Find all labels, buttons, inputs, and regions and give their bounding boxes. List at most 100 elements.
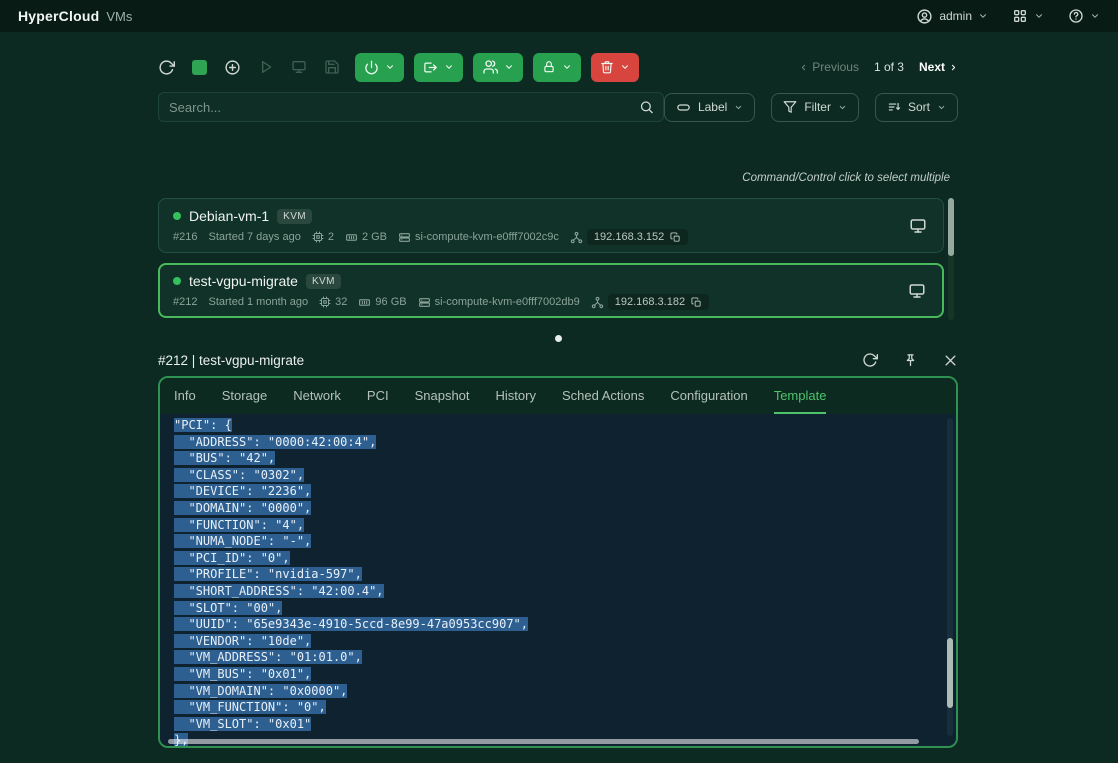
code-line: "VM_BUS": "0x01",: [174, 666, 956, 683]
pagination: Previous 1 of 3 Next: [799, 60, 958, 74]
vm-ip: 192.168.3.182: [615, 296, 685, 308]
chevron-down-icon: [562, 62, 572, 72]
tab-configuration[interactable]: Configuration: [670, 378, 747, 414]
brand-logo: HyperCloud: [18, 8, 99, 24]
next-page-button[interactable]: Next: [919, 60, 958, 74]
help-menu[interactable]: [1068, 8, 1100, 24]
vm-list-scrollbar-thumb[interactable]: [948, 198, 954, 256]
vm-card-selected[interactable]: test-vgpu-migrate KVM #212 Started 1 mon…: [158, 263, 944, 318]
vm-cpu: 32: [335, 296, 347, 308]
chevron-down-icon: [734, 103, 743, 112]
search-input[interactable]: [159, 100, 663, 115]
multi-select-hint: Command/Control click to select multiple: [158, 172, 950, 184]
cpu-icon: [319, 296, 331, 308]
code-vertical-scrollbar-thumb[interactable]: [947, 638, 953, 708]
code-line: "NUMA_NODE": "-",: [174, 533, 956, 550]
vm-card[interactable]: Debian-vm-1 KVM #216 Started 7 days ago …: [158, 198, 944, 253]
code-line: "SLOT": "00",: [174, 600, 956, 617]
vm-host: si-compute-kvm-e0fff7002db9: [435, 296, 580, 308]
code-vertical-scrollbar[interactable]: [947, 418, 953, 736]
lock-actions-dropdown[interactable]: [533, 53, 581, 82]
refresh-button[interactable]: [158, 59, 175, 76]
page-status: 1 of 3: [874, 60, 904, 74]
code-line: "CLASS": "0302",: [174, 467, 956, 484]
ownership-actions-dropdown[interactable]: [473, 53, 523, 82]
vm-manager-app: HyperCloud VMs admin: [0, 0, 1118, 763]
vnc-console-button[interactable]: [909, 217, 927, 235]
save-button[interactable]: [324, 59, 340, 75]
cpu-icon: [312, 231, 324, 243]
vm-detail-panel: Info Storage Network PCI Snapshot Histor…: [158, 376, 958, 748]
search-icon: [639, 100, 654, 115]
select-all-checkbox[interactable]: [192, 60, 207, 75]
vm-host: si-compute-kvm-e0fff7002c9c: [415, 231, 559, 243]
detail-refresh-button[interactable]: [862, 352, 878, 368]
label-icon: [676, 100, 691, 115]
terminate-actions-dropdown[interactable]: [591, 53, 639, 82]
tab-network[interactable]: Network: [293, 378, 341, 414]
detail-title: #212 | test-vgpu-migrate: [158, 353, 304, 368]
code-horizontal-scrollbar-thumb[interactable]: [168, 739, 919, 744]
code-line: "PROFILE": "nvidia-597",: [174, 566, 956, 583]
label-filter-button[interactable]: Label: [664, 93, 755, 122]
network-icon: [570, 231, 583, 244]
code-line: "ADDRESS": "0000:42:00:4",: [174, 434, 956, 451]
memory-icon: [345, 231, 358, 244]
code-line: "SHORT_ADDRESS": "42:00.4",: [174, 583, 956, 600]
sort-button[interactable]: Sort: [875, 93, 958, 122]
tab-history[interactable]: History: [496, 378, 536, 414]
chevron-down-icon: [1034, 11, 1044, 21]
hypervisor-badge: KVM: [306, 274, 341, 289]
vnc-console-button[interactable]: [908, 282, 926, 300]
chevron-down-icon: [1090, 11, 1100, 21]
network-icon: [591, 296, 604, 309]
chevron-down-icon: [937, 103, 946, 112]
console-button[interactable]: [291, 59, 307, 75]
tab-pci[interactable]: PCI: [367, 378, 389, 414]
detail-header: #212 | test-vgpu-migrate: [158, 348, 958, 372]
create-vm-button[interactable]: [224, 59, 241, 76]
code-line: "PCI_ID": "0",: [174, 550, 956, 567]
host-icon: [418, 296, 431, 309]
code-line: "VM_FUNCTION": "0",: [174, 699, 956, 716]
chevron-down-icon: [385, 62, 395, 72]
carousel-dot[interactable]: [555, 335, 562, 342]
vm-id: #212: [173, 296, 197, 308]
lock-icon: [542, 60, 556, 74]
hypervisor-badge: KVM: [277, 209, 312, 224]
vm-memory: 96 GB: [375, 296, 406, 308]
code-horizontal-scrollbar[interactable]: [168, 739, 942, 744]
tab-template[interactable]: Template: [774, 378, 827, 414]
code-line: "PCI": {: [174, 417, 956, 434]
filter-button[interactable]: Filter: [771, 93, 859, 122]
vm-list: Debian-vm-1 KVM #216 Started 7 days ago …: [158, 198, 944, 328]
grid-icon: [1012, 8, 1028, 24]
code-line: "VM_SLOT": "0x01": [174, 716, 956, 733]
pin-button[interactable]: [903, 353, 918, 368]
vm-cpu: 2: [328, 231, 334, 243]
detail-tabbar: Info Storage Network PCI Snapshot Histor…: [160, 378, 956, 414]
code-line: "VENDOR": "10de",: [174, 633, 956, 650]
play-button[interactable]: [258, 59, 274, 75]
tab-storage[interactable]: Storage: [222, 378, 268, 414]
copy-icon[interactable]: [670, 232, 681, 243]
tab-info[interactable]: Info: [174, 378, 196, 414]
vm-list-scrollbar[interactable]: [948, 198, 954, 320]
previous-page-button[interactable]: Previous: [799, 60, 859, 74]
vm-started: Started 1 month ago: [208, 296, 308, 308]
code-line: "BUS": "42",: [174, 450, 956, 467]
power-actions-dropdown[interactable]: [355, 53, 404, 82]
sort-icon: [887, 100, 901, 114]
tab-sched-actions[interactable]: Sched Actions: [562, 378, 644, 414]
vm-status-dot: [173, 277, 181, 285]
vm-name: Debian-vm-1: [189, 208, 269, 224]
copy-icon[interactable]: [691, 297, 702, 308]
apps-menu[interactable]: [1012, 8, 1044, 24]
vm-id: #216: [173, 231, 197, 243]
vm-name: test-vgpu-migrate: [189, 273, 298, 289]
tab-snapshot[interactable]: Snapshot: [415, 378, 470, 414]
close-icon[interactable]: [943, 353, 958, 368]
migrate-actions-dropdown[interactable]: [414, 53, 463, 82]
user-menu[interactable]: admin: [916, 8, 988, 25]
vm-started: Started 7 days ago: [208, 231, 300, 243]
